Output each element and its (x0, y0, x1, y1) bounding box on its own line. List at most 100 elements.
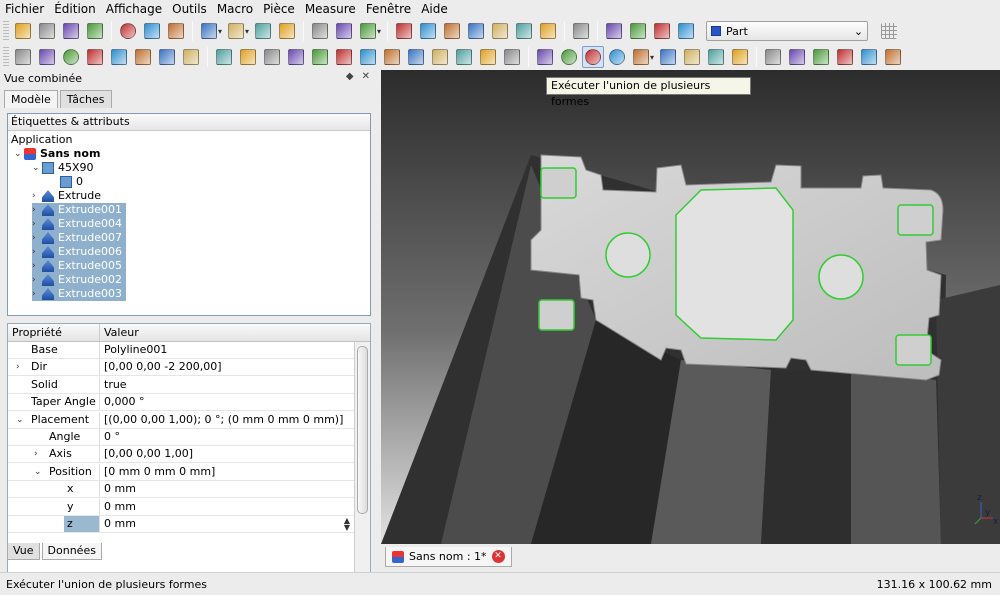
top-view-button[interactable] (441, 20, 463, 42)
property-value[interactable]: 0 mm (100, 516, 354, 532)
tab-tasks[interactable]: Tâches (59, 90, 112, 108)
menu-fenetre[interactable]: Fenêtre (361, 0, 416, 18)
collapse-icon[interactable]: ⌄ (14, 147, 24, 161)
macro-run-button[interactable] (675, 20, 697, 42)
tree-item[interactable]: › Extrude007 (32, 231, 127, 245)
draw-style-button[interactable] (357, 20, 379, 42)
property-value[interactable]: [(0,00 0,00 1,00); 0 °; (0 mm 0 mm 0 mm)… (100, 412, 354, 428)
property-row-taper-angle[interactable]: Taper Angle 0,000 ° (8, 394, 354, 412)
torus-button[interactable] (108, 46, 130, 68)
macro-stop-button[interactable] (627, 20, 649, 42)
tube-button[interactable] (132, 46, 154, 68)
rear-view-button[interactable] (489, 20, 511, 42)
profile-3d-model[interactable]: z y x (381, 70, 1000, 544)
expand-icon[interactable]: › (32, 217, 42, 231)
property-value[interactable]: true (100, 377, 354, 393)
make-face-button[interactable] (333, 46, 355, 68)
boolean-button[interactable] (534, 46, 556, 68)
expand-icon[interactable]: › (32, 259, 42, 273)
measure-refresh-button[interactable] (810, 46, 832, 68)
menu-edition[interactable]: Édition (49, 0, 101, 18)
tree-item[interactable]: › Extrude004 (32, 217, 127, 231)
compound-button[interactable] (681, 46, 703, 68)
property-value[interactable]: 0,000 ° (100, 394, 354, 410)
property-value[interactable]: 0 ° (100, 429, 354, 445)
menu-piece[interactable]: Pièce (258, 0, 300, 18)
fit-selection-button[interactable] (333, 20, 355, 42)
measure-angular-button[interactable] (786, 46, 808, 68)
mirror-button[interactable] (261, 46, 283, 68)
save-button[interactable] (60, 20, 82, 42)
chamfer-button[interactable] (309, 46, 331, 68)
shape-builder-button[interactable] (180, 46, 202, 68)
menu-macro[interactable]: Macro (212, 0, 258, 18)
property-row-dir[interactable]: › Dir [0,00 0,00 -2 200,00] (8, 359, 354, 377)
expand-icon[interactable]: › (32, 231, 42, 245)
primitives-button[interactable] (156, 46, 178, 68)
tree-document[interactable]: ⌄ Sans nom (14, 147, 100, 161)
dropdown-arrow-icon[interactable]: ▾ (218, 27, 222, 36)
new-document-button[interactable] (12, 20, 34, 42)
join-button[interactable] (630, 46, 652, 68)
property-row-placement[interactable]: ⌄ Placement [(0,00 0,00 1,00); 0 °; (0 mm … (8, 411, 354, 429)
property-scrollbar[interactable] (354, 342, 370, 594)
ruled-surface-button[interactable] (357, 46, 379, 68)
print-button[interactable] (84, 20, 106, 42)
cylinder-button[interactable] (36, 46, 58, 68)
right-view-button[interactable] (465, 20, 487, 42)
measure-linear-button[interactable] (762, 46, 784, 68)
property-value[interactable]: [0,00 0,00 -2 200,00] (100, 359, 354, 375)
tree-item[interactable]: › Extrude005 (32, 259, 127, 273)
clear-all-button[interactable] (882, 46, 904, 68)
property-value[interactable]: [0,00 0,00 1,00] (100, 446, 354, 462)
property-value[interactable]: 0 mm (100, 481, 354, 497)
dropdown-arrow-icon[interactable]: ▾ (377, 27, 381, 36)
left-view-button[interactable] (537, 20, 559, 42)
property-row-solid[interactable]: Solid true (8, 376, 354, 394)
expand-icon[interactable]: › (34, 446, 38, 462)
check-geometry-button[interactable] (705, 46, 727, 68)
expand-icon[interactable]: ⌄ (34, 464, 42, 480)
cross-sections-button[interactable] (453, 46, 475, 68)
menu-outils[interactable]: Outils (167, 0, 212, 18)
macro-record-button[interactable] (603, 20, 625, 42)
grid-toggle-button[interactable] (878, 20, 900, 42)
toggle-delta-button[interactable] (858, 46, 880, 68)
revolve-button[interactable] (237, 46, 259, 68)
float-icon[interactable]: ◆ (346, 71, 354, 82)
scrollbar-thumb[interactable] (357, 346, 368, 514)
paste-button[interactable] (165, 20, 187, 42)
isometric-view-button[interactable] (393, 20, 415, 42)
expand-icon[interactable]: ⌄ (16, 412, 24, 428)
front-view-button[interactable] (417, 20, 439, 42)
close-tab-icon[interactable]: ✕ (491, 550, 505, 563)
tree-item[interactable]: › Extrude003 (32, 287, 127, 301)
property-row-x[interactable]: x 0 mm (8, 481, 354, 499)
tree-item[interactable]: › Extrude002 (32, 273, 127, 287)
extrude-button[interactable] (213, 46, 235, 68)
open-button[interactable] (36, 20, 58, 42)
property-row-angle[interactable]: Angle 0 ° (8, 429, 354, 446)
menu-aide[interactable]: Aide (416, 0, 453, 18)
sphere-button[interactable] (60, 46, 82, 68)
menu-fichier[interactable]: Fichier (0, 0, 49, 18)
offset-button[interactable] (477, 46, 499, 68)
spinbox-arrows-icon[interactable]: ▲ ▼ (344, 517, 350, 532)
toggle-3d-button[interactable] (834, 46, 856, 68)
tree-group-child[interactable]: 0 (60, 175, 83, 189)
expand-icon[interactable]: › (32, 287, 42, 301)
section-button[interactable] (429, 46, 451, 68)
document-tab[interactable]: Sans nom : 1* ✕ (385, 547, 512, 567)
dropdown-arrow-icon[interactable]: ▾ (650, 53, 654, 62)
cut-button[interactable] (558, 46, 580, 68)
property-value[interactable]: 0 mm (100, 499, 354, 515)
property-row-y[interactable]: y 0 mm (8, 498, 354, 516)
redo-button[interactable] (225, 20, 247, 42)
defeaturing-button[interactable] (729, 46, 751, 68)
workbench-selector[interactable]: Part ⌄ (706, 21, 869, 41)
sweep-button[interactable] (405, 46, 427, 68)
expand-icon[interactable]: › (16, 359, 20, 375)
expand-icon[interactable]: › (32, 245, 42, 259)
fit-all-button[interactable] (309, 20, 331, 42)
tree-group[interactable]: ⌄ 45X90 (32, 161, 94, 175)
